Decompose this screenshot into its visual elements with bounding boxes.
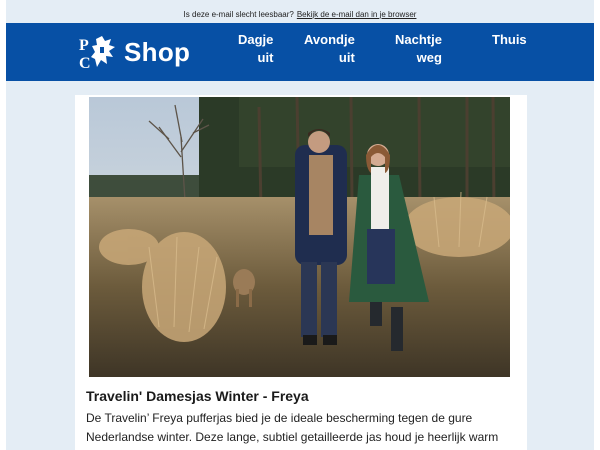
product-title[interactable]: Travelin' Damesjas Winter - Freya [86, 388, 309, 404]
view-in-browser-link[interactable]: Bekijk de e-mail dan in je browser [297, 10, 417, 19]
nav-nachtje-weg[interactable]: Nachtje weg [395, 31, 442, 67]
product-photo[interactable] [89, 97, 510, 377]
product-description: De Travelin’ Freya pufferjas bied je de … [86, 411, 499, 444]
nav-avondje-uit[interactable]: Avondje uit [304, 31, 355, 67]
nav-label-line1: Thuis [492, 32, 527, 47]
nav-label-line2: uit [338, 50, 355, 65]
email-frame: Is deze e-mail slecht leesbaar? Bekijk d… [6, 0, 594, 450]
nav-label-line1: Avondje [304, 32, 355, 47]
svg-text:C: C [79, 55, 91, 71]
nav-dagje-uit[interactable]: Dagje uit [238, 31, 273, 67]
nav-label-line2: uit [257, 50, 274, 65]
nav-thuis[interactable]: Thuis [492, 31, 527, 49]
svg-text:P: P [79, 37, 89, 54]
top-bar: Is deze e-mail slecht leesbaar? Bekijk d… [6, 0, 594, 22]
logo[interactable]: P C Shop [78, 33, 190, 71]
brand-label: Shop [124, 36, 191, 67]
readability-text: Is deze e-mail slecht leesbaar? [183, 9, 294, 19]
nav-label-line2: weg [416, 50, 442, 65]
anwb-logo-icon: P C [79, 36, 115, 71]
product-card: Travelin' Damesjas Winter - Freya De Tra… [75, 95, 527, 450]
nav-label-line1: Nachtje [395, 32, 442, 47]
product-photo-illustration [89, 97, 510, 377]
nav-label-line1: Dagje [238, 32, 274, 47]
header-bar: P C Shop Dagje uit Avondje uit Nachtje w… [6, 23, 594, 81]
